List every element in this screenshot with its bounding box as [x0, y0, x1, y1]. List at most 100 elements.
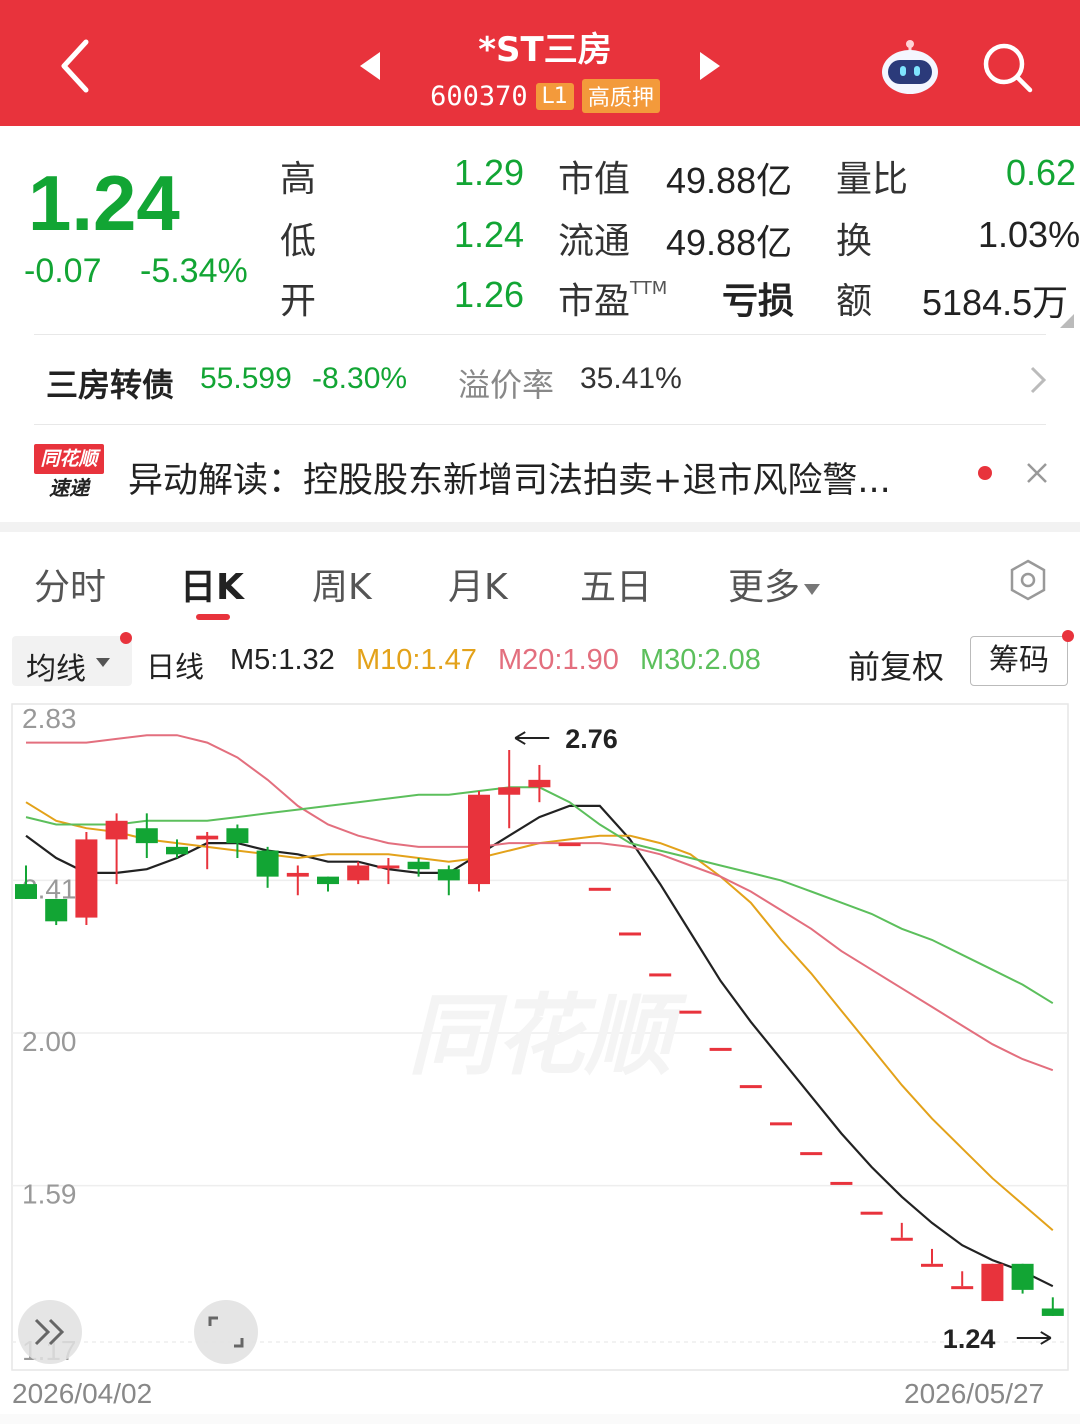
candle-body [377, 865, 400, 869]
back-button[interactable] [50, 34, 106, 98]
ma10-value: M10:1.47 [356, 644, 477, 676]
ma-select-label: 均线 [26, 652, 86, 687]
next-stock-button[interactable] [696, 48, 724, 84]
news-logo-top: 同花顺 [34, 444, 104, 474]
stock-subtitle: 600370 L1 高质押 [400, 78, 690, 114]
candle-body [679, 1010, 702, 1014]
candle-body [226, 828, 249, 844]
news-close-button[interactable] [1022, 458, 1052, 488]
search-button[interactable] [978, 38, 1036, 96]
low-label: 1.24 [943, 1324, 996, 1354]
volume-ratio-label: 量比 [836, 159, 909, 200]
chevron-right-icon [1030, 366, 1047, 394]
candle-body [739, 1085, 762, 1089]
turnover-label: 换 [836, 221, 873, 262]
bond-name: 三房转债 [46, 366, 175, 404]
candle-body [558, 843, 581, 847]
low-label: 低 [280, 221, 317, 262]
divider [34, 334, 1046, 335]
premium-value: 35.41% [580, 362, 682, 395]
mktcap-label: 市值 [558, 159, 631, 200]
gear-icon [1010, 559, 1046, 601]
amount-label: 额 [836, 281, 873, 322]
tab-intraday[interactable]: 分时 [34, 558, 106, 610]
tab-weekly-k[interactable]: 周K [312, 558, 372, 610]
header-bar: *ST三房 600370 L1 高质押 [0, 0, 1080, 126]
fullscreen-button[interactable] [194, 1300, 258, 1364]
chip-distribution-button[interactable]: 筹码 [970, 636, 1068, 686]
bond-price: 55.599 [200, 362, 292, 395]
candle-body [317, 876, 339, 885]
candle-body [15, 884, 37, 899]
open-value: 1.26 [454, 274, 525, 315]
candle-body [256, 850, 279, 877]
tab-five-day[interactable]: 五日 [580, 558, 652, 610]
last-price: 1.24 [28, 159, 180, 247]
kline-svg: 2.832.412.001.591.17同花顺2.761.24 [11, 703, 1069, 1371]
search-icon [983, 43, 1033, 93]
tab-more[interactable]: 更多 [728, 558, 821, 610]
candle-body [468, 794, 490, 885]
candle-body [196, 835, 219, 840]
kline-chart[interactable]: 2.832.412.001.591.17同花顺2.761.24 [0, 696, 1080, 1376]
candle-body [921, 1263, 943, 1267]
candle-body [830, 1181, 853, 1185]
convertible-bond-row[interactable]: 三房转债 55.599 -8.30% 溢价率 35.41% [0, 340, 1080, 420]
pe-label: 市盈TTM [558, 278, 668, 322]
candle-body [800, 1152, 823, 1156]
pe-value: 亏损 [722, 281, 795, 322]
expand-left-button[interactable] [18, 1300, 82, 1364]
pe-ttm-sup: TTM [630, 278, 668, 299]
amount-value: 5184.5万 [922, 282, 1069, 323]
float-cap-value: 49.88亿 [666, 222, 793, 263]
start-date: 2026/04/02 [12, 1378, 153, 1409]
notify-dot [1062, 630, 1074, 642]
end-date: 2026/05/27 [904, 1378, 1045, 1409]
bottom-strip [0, 1414, 1080, 1424]
chevron-left-icon [61, 39, 89, 93]
candle-body [1041, 1308, 1064, 1316]
low-value: 1.24 [454, 214, 525, 255]
pledge-tag: 高质押 [581, 79, 660, 113]
open-label: 开 [280, 281, 317, 322]
candle-body [1011, 1263, 1034, 1290]
candle-body [951, 1286, 974, 1290]
expand-corner-icon[interactable] [1060, 314, 1074, 328]
float-cap-label: 流通 [558, 221, 631, 262]
divider [34, 424, 1046, 425]
candle-body [45, 898, 68, 922]
ma20-value: M20:1.90 [498, 644, 619, 676]
candle-body [649, 973, 672, 977]
price-change-pct: -5.34% [140, 252, 248, 290]
ma-select[interactable]: 均线 [12, 636, 132, 687]
caret-down-icon [804, 583, 821, 595]
chart-settings-button[interactable] [1006, 558, 1050, 602]
tab-monthly-k[interactable]: 月K [448, 558, 508, 610]
candle-body [981, 1263, 1004, 1302]
candle-body [135, 828, 158, 844]
news-headline: 异动解读：控股股东新增司法拍卖+退市风险警... [128, 461, 891, 501]
candle-body [890, 1237, 913, 1241]
period-tabs: 分时 日K 周K 月K 五日 更多 [0, 540, 1080, 624]
high-value: 1.29 [454, 152, 525, 193]
tab-daily-k[interactable]: 日K [180, 558, 244, 610]
candle-body [619, 932, 641, 936]
candle-body [498, 787, 521, 795]
ma30-value: M30:2.08 [640, 644, 761, 676]
period-label: 日线 [146, 650, 205, 684]
candle-body [709, 1047, 732, 1051]
adjust-mode-button[interactable]: 前复权 [848, 642, 944, 688]
candle-body [286, 872, 309, 877]
unread-dot [978, 466, 992, 480]
candle-body [588, 887, 611, 891]
candle-body [860, 1211, 883, 1215]
mktcap-value: 49.88亿 [666, 160, 793, 201]
section-gap [0, 522, 1080, 532]
candle-body [407, 861, 430, 870]
prev-stock-button[interactable] [356, 48, 384, 84]
news-row[interactable]: 同花顺 速递 异动解读：控股股东新增司法拍卖+退市风险警... [0, 428, 1080, 518]
assistant-button[interactable] [878, 36, 942, 96]
robot-icon [882, 40, 938, 94]
premium-label: 溢价率 [458, 366, 555, 404]
candle-body [528, 779, 551, 788]
